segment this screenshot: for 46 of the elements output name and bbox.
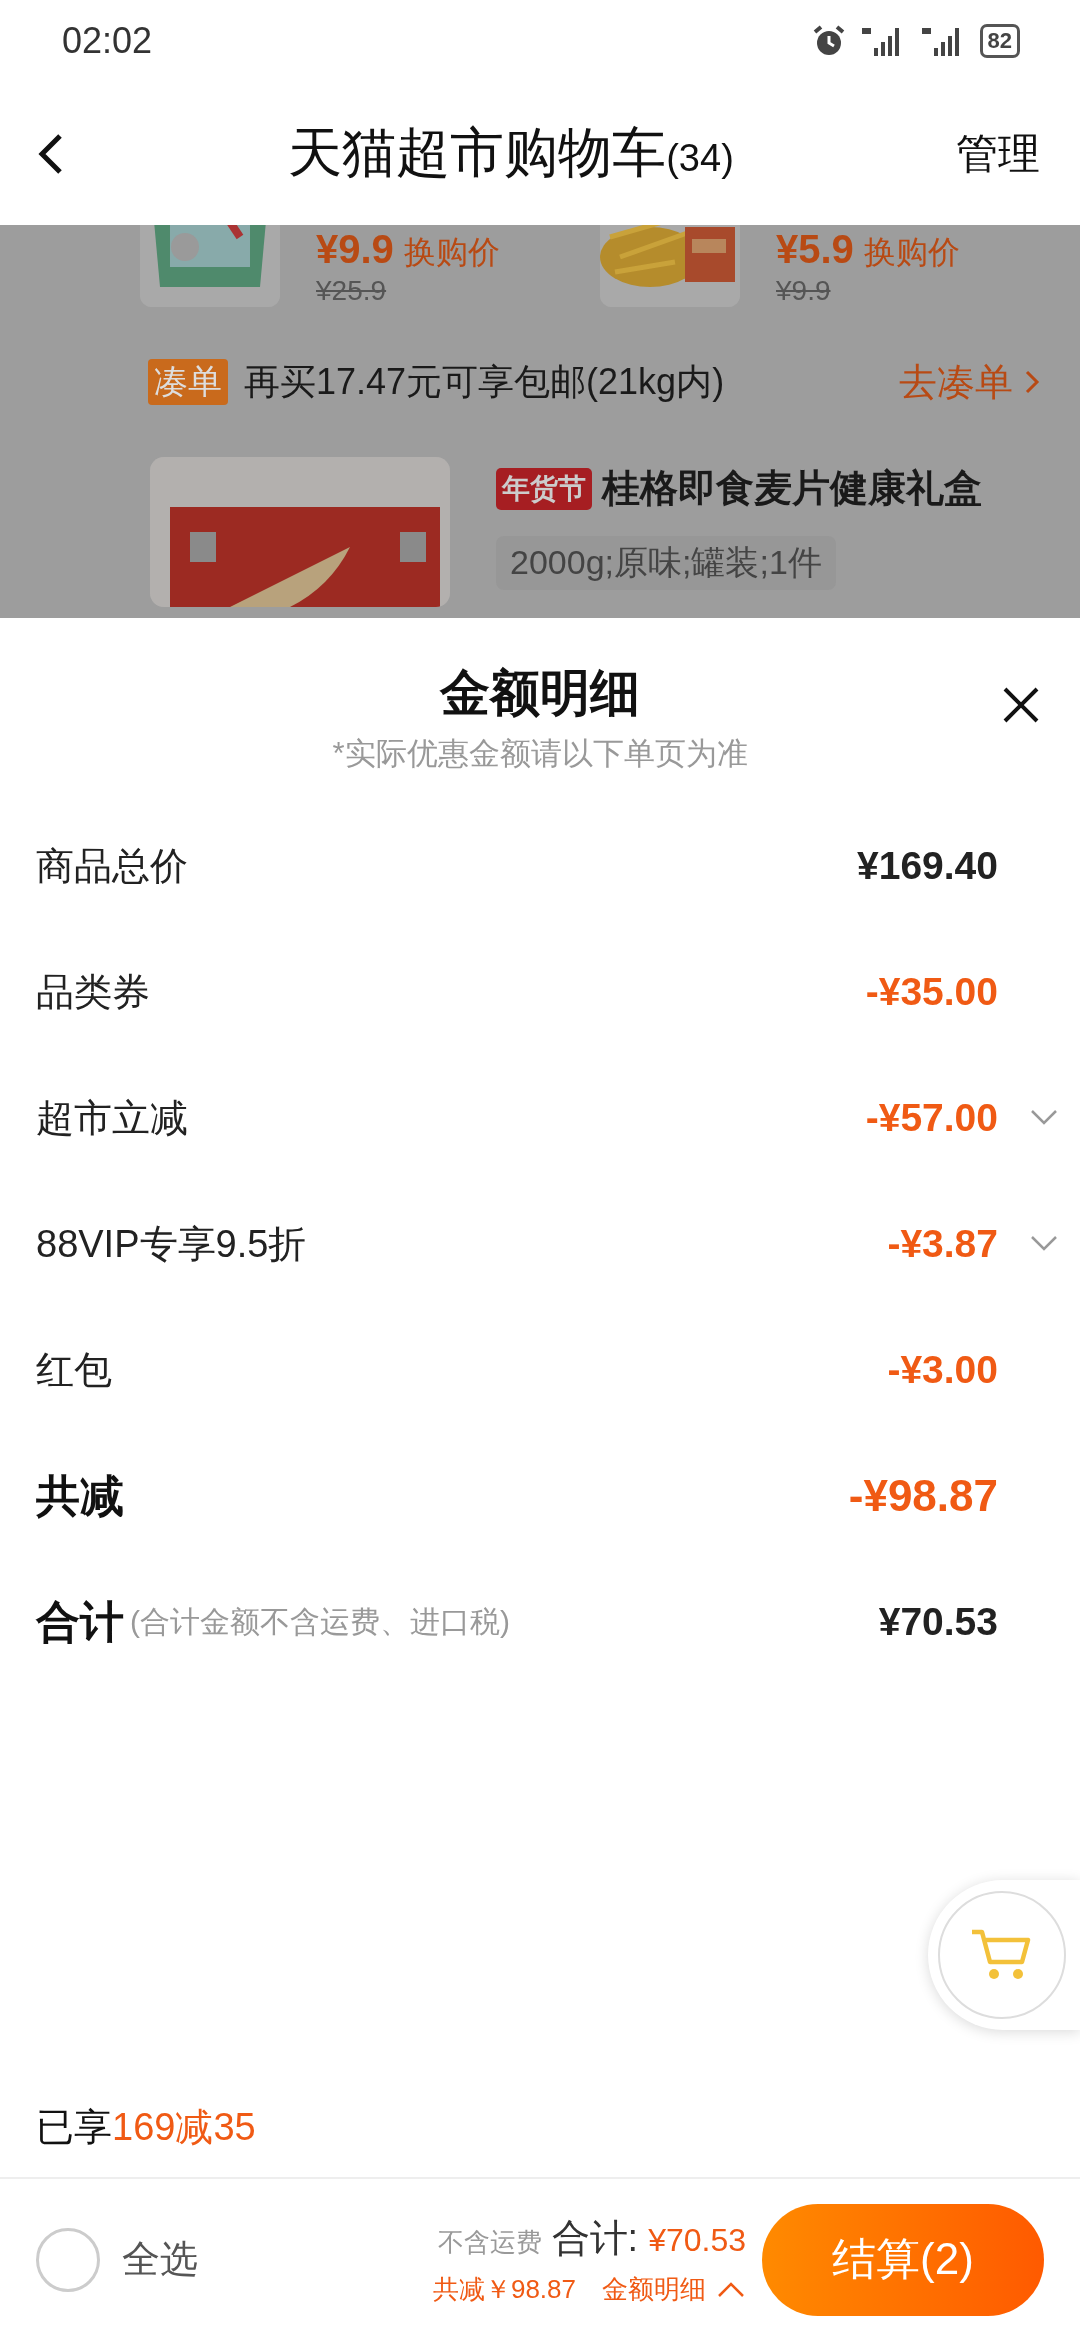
- cart-float-button[interactable]: [928, 1880, 1080, 2030]
- price-label: 合计: [36, 1595, 124, 1648]
- price-value: -¥98.87: [848, 1471, 998, 1521]
- price-label: 商品总价: [36, 843, 189, 889]
- alarm-icon: [811, 24, 846, 58]
- disclaimer-note: *实际优惠金额请以下单页为准: [332, 735, 748, 773]
- swap-price: ¥9.9 换购价: [316, 227, 500, 273]
- price-label: 超市立减: [36, 1095, 189, 1141]
- chevron-up-icon: [716, 2280, 746, 2298]
- battery-level: 82: [979, 24, 1020, 58]
- total-value: ¥70.53: [648, 2221, 746, 2259]
- total-label: 合计:: [551, 2215, 639, 2261]
- chevron-right-icon: [1024, 368, 1040, 395]
- bundle-link[interactable]: 去凑单: [899, 356, 1040, 408]
- swap-price: ¥5.9 换购价: [776, 227, 960, 273]
- details-link[interactable]: 金额明细: [602, 2271, 746, 2307]
- sheet-title: 金额明细: [440, 664, 640, 723]
- free-shipping-hint: 再买17.47元可享包邮(21kg内): [244, 359, 726, 404]
- checkout-button[interactable]: 结算(2): [762, 2203, 1044, 2316]
- price-value: -¥3.00: [887, 1348, 998, 1392]
- sku-selector[interactable]: 2000g;原味;罐装;1件: [496, 536, 836, 590]
- savings-text: 共减￥98.87: [432, 2272, 576, 2306]
- promo-text: 已享169减35: [35, 2105, 257, 2150]
- page-title: 天猫超市购物车(34): [288, 121, 734, 184]
- chevron-down-icon[interactable]: [1030, 1108, 1058, 1126]
- select-all-checkbox[interactable]: 全选: [36, 2227, 198, 2292]
- price-value: ¥70.53: [878, 1600, 998, 1644]
- original-price: ¥9.9: [776, 275, 832, 307]
- price-label: 红包: [36, 1347, 113, 1393]
- festival-badge: 年货节: [496, 467, 592, 510]
- price-value: -¥35.00: [865, 970, 998, 1014]
- status-time: 02:02: [62, 20, 153, 62]
- price-value: -¥3.87: [887, 1222, 998, 1266]
- price-note: (合计金额不含运费、进口税): [130, 1603, 510, 1640]
- product-name: 桂格即食麦片健康礼盒: [602, 466, 982, 511]
- price-label: 品类券: [36, 969, 151, 1015]
- original-price: ¥25.9: [316, 275, 388, 307]
- bundle-badge: 凑单: [148, 359, 228, 405]
- price-value: -¥57.00: [865, 1096, 998, 1140]
- price-value: ¥169.40: [857, 844, 998, 888]
- price-label: 共减: [36, 1469, 124, 1522]
- price-label: 88VIP专享9.5折: [36, 1221, 308, 1267]
- chevron-down-icon[interactable]: [1030, 1234, 1058, 1252]
- close-icon[interactable]: [1002, 686, 1040, 724]
- manage-button[interactable]: 管理: [956, 125, 1040, 182]
- shipping-note: 不含运费: [437, 2225, 542, 2259]
